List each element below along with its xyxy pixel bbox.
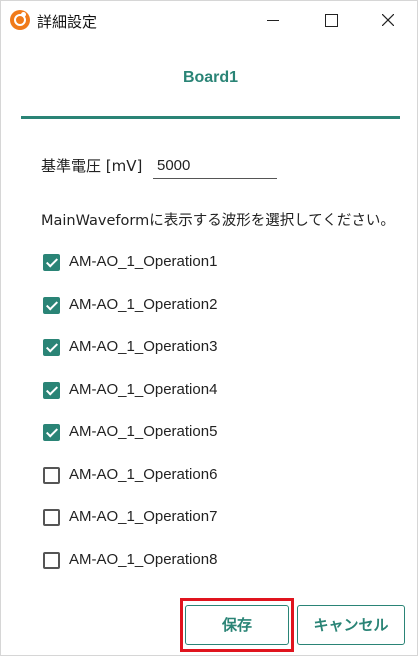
settings-dialog: 詳細設定 Board1 基準電圧 [mV] MainWaveformに表示する波…: [0, 0, 418, 656]
close-button[interactable]: [361, 1, 415, 39]
minimize-icon: [267, 20, 279, 21]
checkbox[interactable]: [43, 339, 60, 356]
maximize-icon: [325, 14, 338, 27]
waveform-checkbox-item[interactable]: AM-AO_1_Operation4: [43, 379, 373, 422]
waveform-checkbox-item[interactable]: AM-AO_1_Operation8: [43, 549, 373, 592]
minimize-button[interactable]: [245, 1, 299, 39]
checkbox-label: AM-AO_1_Operation1: [69, 253, 218, 270]
checkbox[interactable]: [43, 551, 60, 569]
title-bar: 詳細設定: [1, 1, 417, 39]
checkbox-label: AM-AO_1_Operation4: [69, 380, 218, 398]
checkbox-label: AM-AO_1_Operation3: [69, 338, 218, 355]
app-logo-icon: [10, 10, 30, 30]
close-icon: [382, 14, 394, 26]
checkbox[interactable]: [43, 509, 60, 526]
checkbox[interactable]: [43, 424, 60, 441]
waveform-checkbox-item[interactable]: AM-AO_1_Operation5: [43, 421, 373, 464]
waveform-checkbox-list: AM-AO_1_Operation1 AM-AO_1_Operation2 AM…: [43, 251, 373, 591]
waveform-checkbox-item[interactable]: AM-AO_1_Operation3: [43, 336, 373, 379]
tab-indicator: [21, 116, 400, 119]
waveform-checkbox-item[interactable]: AM-AO_1_Operation6: [43, 464, 373, 507]
window-title: 詳細設定: [37, 13, 98, 31]
checkbox-label: AM-AO_1_Operation5: [69, 423, 218, 440]
save-button-highlight: [180, 598, 294, 652]
waveform-checkbox-item[interactable]: AM-AO_1_Operation1: [43, 251, 373, 294]
checkbox-label: AM-AO_1_Operation6: [69, 465, 218, 483]
reference-voltage-input[interactable]: [153, 153, 277, 179]
waveform-instruction: MainWaveformに表示する波形を選択してください。: [41, 213, 395, 229]
cancel-button[interactable]: キャンセル: [297, 605, 405, 645]
waveform-checkbox-item[interactable]: AM-AO_1_Operation7: [43, 506, 373, 549]
reference-voltage-label: 基準電圧 [mV]: [41, 157, 143, 175]
tab-board1[interactable]: Board1: [21, 69, 400, 87]
checkbox[interactable]: [43, 381, 60, 399]
waveform-checkbox-item[interactable]: AM-AO_1_Operation2: [43, 294, 373, 337]
checkbox[interactable]: [43, 466, 60, 484]
checkbox[interactable]: [43, 296, 60, 314]
maximize-button[interactable]: [303, 1, 357, 39]
checkbox-label: AM-AO_1_Operation2: [69, 295, 218, 313]
checkbox[interactable]: [43, 254, 60, 271]
checkbox-label: AM-AO_1_Operation8: [69, 550, 218, 568]
checkbox-label: AM-AO_1_Operation7: [69, 508, 218, 525]
